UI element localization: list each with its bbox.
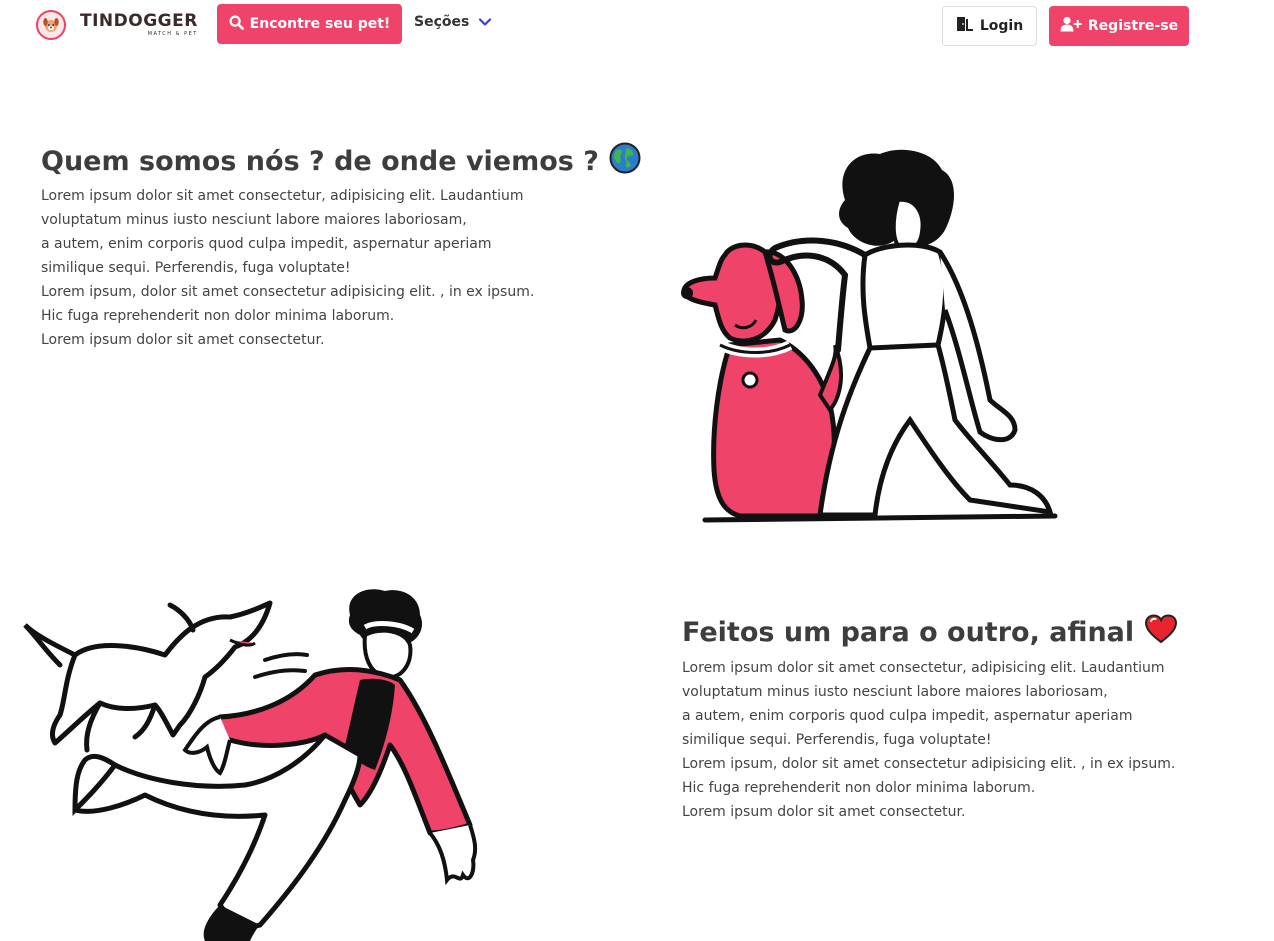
brand-name: TINDOGGER [80,11,198,31]
sections-label: Seções [414,14,470,30]
brand-link[interactable]: TINDOGGER MATCH & PET [36,10,198,40]
brand-tagline: MATCH & PET [147,31,198,37]
about-title: Quem somos nós ? de onde viemos ? [41,142,641,181]
about-line: Hic fuga reprehenderit non dolor minima … [41,308,395,324]
about-text: Lorem ipsum dolor sit amet consectetur, … [41,184,534,352]
about-line: Lorem ipsum, dolor sit amet consectetur … [41,284,535,300]
match-line: Hic fuga reprehenderit non dolor minima … [682,780,1036,796]
sections-dropdown[interactable]: Seções [414,14,492,30]
search-icon [229,14,244,34]
heart-icon [1144,614,1178,651]
dog-logo-icon [36,10,66,40]
woman-with-dog-illustration [670,140,1070,530]
find-pet-button[interactable]: Encontre seu pet! [217,4,402,44]
brand-text: TINDOGGER MATCH & PET [80,13,198,37]
about-line: Lorem ipsum dolor sit amet consectetur. [41,332,325,348]
match-line: Lorem ipsum, dolor sit amet consectetur … [682,756,1176,772]
match-line: voluptatum minus iusto nesciunt labore m… [682,684,1108,700]
register-label: Registre-se [1087,18,1179,34]
globe-icon [609,142,641,181]
match-title-text: Feitos um para o outro, afinal [682,617,1135,648]
login-label: Login [979,18,1024,34]
match-title: Feitos um para o outro, afinal [682,614,1178,651]
chevron-down-icon [479,18,492,26]
match-line: Lorem ipsum dolor sit amet consectetur. [682,804,966,820]
about-title-text: Quem somos nós ? de onde viemos ? [41,146,599,177]
match-line: similique sequi. Perferendis, fuga volup… [682,732,992,748]
man-with-jumping-dog-illustration [15,585,505,941]
door-icon [956,16,974,36]
match-line: Lorem ipsum dolor sit amet consectetur, … [682,660,1165,676]
about-line: a autem, enim corporis quod culpa impedi… [41,236,492,252]
user-plus-icon [1060,16,1082,36]
find-pet-label: Encontre seu pet! [249,16,391,32]
match-line: a autem, enim corporis quod culpa impedi… [682,708,1133,724]
register-button[interactable]: Registre-se [1049,6,1189,46]
about-line: voluptatum minus iusto nesciunt labore m… [41,212,467,228]
navbar: TINDOGGER MATCH & PET Encontre seu pet! … [0,0,1274,52]
login-button[interactable]: Login [942,6,1037,46]
match-text: Lorem ipsum dolor sit amet consectetur, … [682,656,1175,824]
about-line: Lorem ipsum dolor sit amet consectetur, … [41,188,524,204]
about-line: similique sequi. Perferendis, fuga volup… [41,260,351,276]
